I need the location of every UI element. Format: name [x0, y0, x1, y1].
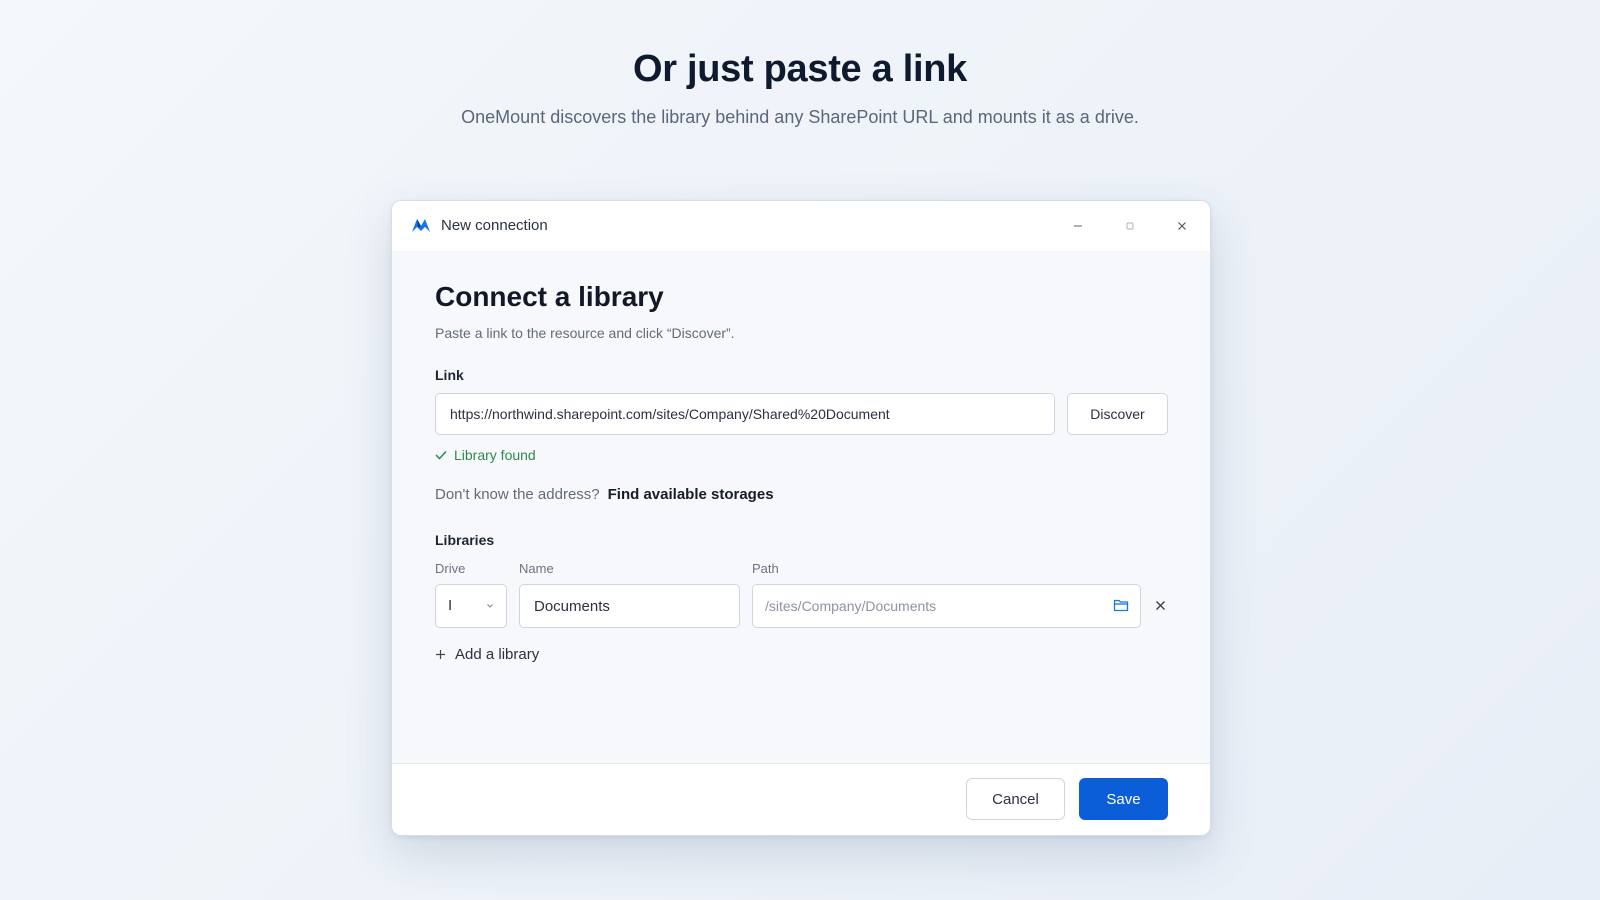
library-name-input[interactable] [519, 584, 740, 628]
page-title: Connect a library [435, 281, 664, 312]
chevron-down-icon [487, 604, 493, 608]
minimize-icon [1074, 225, 1082, 227]
link-input[interactable] [435, 393, 1055, 435]
dialog-footer: Cancel Save [392, 763, 1210, 835]
drive-select[interactable]: I [435, 584, 507, 628]
maximize-button[interactable] [1118, 214, 1142, 238]
close-icon [1178, 222, 1186, 230]
maximize-icon [1126, 222, 1134, 230]
link-label: Link [435, 367, 464, 383]
save-button[interactable]: Save [1079, 778, 1168, 820]
add-library-button[interactable]: Add a library [435, 646, 539, 663]
close-button[interactable] [1170, 214, 1194, 238]
drive-column-label: Drive [435, 561, 466, 576]
hero: Or just paste a link OneMount discovers … [0, 48, 1600, 128]
check-icon [435, 450, 447, 460]
hero-title: Or just paste a link [633, 48, 967, 90]
hint-text: Don't know the address? [435, 486, 600, 503]
drive-value: I [448, 597, 453, 614]
window-title: New connection [441, 217, 548, 234]
cancel-button[interactable]: Cancel [966, 778, 1065, 820]
address-hint: Don't know the address? Find available st… [435, 486, 774, 503]
name-column-label: Name [519, 561, 554, 576]
hero-subtitle: OneMount discovers the library behind an… [461, 107, 1139, 127]
libraries-label: Libraries [435, 532, 495, 548]
remove-library-button[interactable] [1153, 598, 1167, 612]
folder-icon[interactable] [1113, 598, 1129, 612]
window-titlebar: New connection [392, 201, 1210, 251]
library-found-status: Library found [435, 447, 536, 463]
find-storages-link[interactable]: Find available storages [608, 486, 774, 503]
library-path-input[interactable] [752, 584, 1141, 628]
discover-button[interactable]: Discover [1067, 393, 1168, 435]
new-connection-window: New connection Connect a library Paste a… [391, 200, 1211, 836]
add-library-label: Add a library [455, 646, 540, 663]
path-column-label: Path [752, 561, 779, 576]
page-subtitle: Paste a link to the resource and click “… [435, 325, 735, 341]
app-logo-icon [412, 219, 430, 232]
close-icon [1155, 600, 1165, 610]
library-found-text: Library found [454, 447, 536, 463]
plus-icon [436, 650, 445, 659]
minimize-button[interactable] [1066, 214, 1090, 238]
